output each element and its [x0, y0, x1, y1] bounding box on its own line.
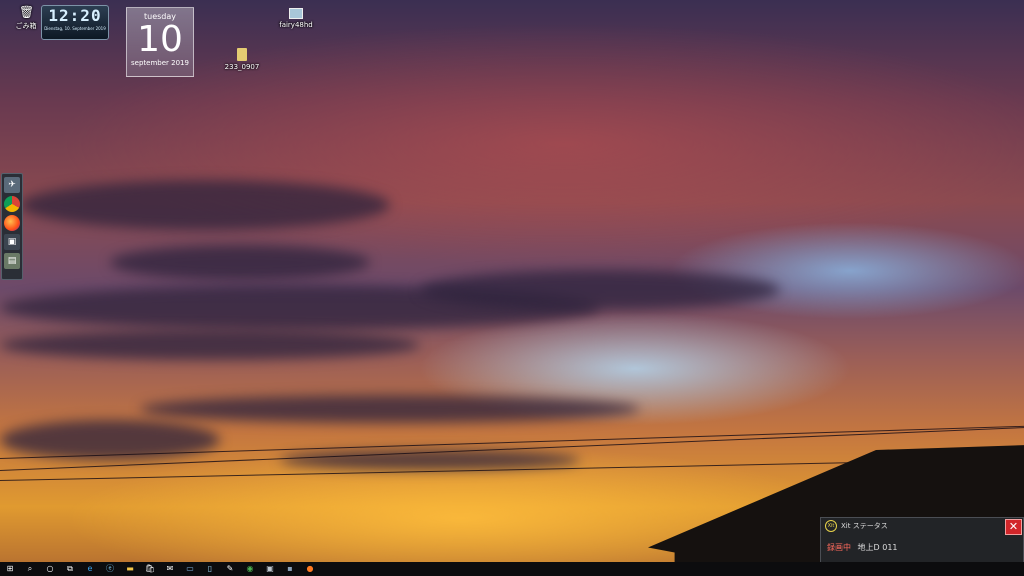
taskbar-app-ie[interactable]: ⓔ [102, 563, 118, 575]
recycle-bin-icon: 🗑 [19, 5, 35, 19]
task-view-icon: ⧉ [67, 564, 73, 573]
cloud-band [20, 180, 390, 230]
taskbar-task-view-button[interactable]: ⧉ [62, 563, 78, 575]
tool-icon: ✎ [226, 564, 234, 573]
taskbar-app-media[interactable]: ▪ [282, 563, 298, 575]
media-icon: ▣ [7, 237, 17, 247]
taskbar-app-notes[interactable]: ▯ [202, 563, 218, 575]
clock-gadget[interactable]: 12:20 Dienstag, 10. September 2019 [41, 5, 109, 40]
chrome-icon: ◉ [246, 564, 254, 573]
taskbar-app-edge[interactable]: e [82, 563, 98, 575]
tool-icon: ✈ [8, 180, 16, 190]
app-launcher-dock: ✈ ▣ ▤ [1, 173, 23, 280]
cloud-band [0, 330, 420, 360]
edge-icon: e [87, 564, 93, 573]
taskbar-app-tool[interactable]: ✎ [222, 563, 238, 575]
desktop-icon-label: ごみ箱 [15, 22, 37, 30]
search-icon: ⌕ [27, 564, 33, 573]
store-icon: 🛍 [144, 564, 156, 573]
close-button[interactable]: ✕ [1005, 519, 1022, 535]
taskbar-app-window[interactable]: ▭ [182, 563, 198, 575]
desktop-icon-fairy48hd[interactable]: fairy48hd [268, 8, 324, 29]
app-launcher-item-tool[interactable]: ✈ [4, 177, 20, 193]
xit-logo-icon: Xit [825, 520, 837, 532]
taskbar-app-chrome[interactable]: ◉ [242, 563, 258, 575]
taskbar-app-firefox[interactable]: ● [302, 563, 318, 575]
file-archive-icon [237, 48, 247, 61]
taskbar-cortana-button[interactable]: ○ [42, 563, 58, 575]
taskbar-app-explorer[interactable]: ▬ [122, 563, 138, 575]
notes-icon: ▯ [207, 564, 213, 573]
viewer-icon: ▣ [266, 564, 274, 573]
windows-start-icon: ⊞ [6, 564, 14, 573]
taskbar-app-store[interactable]: 🛍 [142, 563, 158, 575]
clock-time: 12:20 [48, 6, 102, 25]
taskbar-search-button[interactable]: ⌕ [22, 563, 38, 575]
desktop-icon-233-0907[interactable]: 233_0907 [214, 48, 270, 71]
status-panel-body: 録画中 地上D 011 [821, 534, 1023, 553]
cloud-band [280, 450, 580, 470]
desktop-icon-label: 233_0907 [224, 63, 260, 71]
status-panel-title: Xit ステータス [841, 522, 888, 530]
desktop-icon-label: fairy48hd [279, 21, 313, 29]
cloud-band [110, 245, 370, 280]
status-panel-header: Xit Xit ステータス [821, 518, 1023, 534]
calendar-gadget[interactable]: tuesday 10 september 2019 [126, 7, 194, 77]
app-launcher-item-media[interactable]: ▣ [4, 234, 20, 250]
taskbar-app-mail[interactable]: ✉ [162, 563, 178, 575]
calendar-day-number: 10 [137, 19, 183, 60]
photo-icon: ▤ [7, 256, 17, 266]
cloud-band [140, 395, 640, 423]
window-icon: ▭ [186, 564, 194, 573]
media-icon: ▪ [287, 564, 293, 573]
mail-icon: ✉ [166, 564, 174, 573]
start-button[interactable]: ⊞ [2, 563, 18, 575]
folder-icon: ▬ [126, 564, 134, 573]
internet-explorer-icon: ⓔ [106, 564, 114, 573]
image-file-icon [289, 8, 303, 19]
app-launcher-item-firefox[interactable] [4, 215, 20, 231]
cortana-icon: ○ [46, 564, 54, 573]
calendar-month: september 2019 [131, 59, 189, 67]
clock-date: Dienstag, 10. September 2019 [44, 26, 106, 31]
cloud-band [420, 270, 780, 310]
firefox-icon: ● [306, 564, 314, 573]
taskbar-app-viewer[interactable]: ▣ [262, 563, 278, 575]
taskbar: ⊞ ⌕ ○ ⧉ e ⓔ ▬ 🛍 ✉ ▭ ▯ ✎ ◉ ▣ ▪ ● [0, 562, 1024, 576]
app-launcher-item-photo[interactable]: ▤ [4, 253, 20, 269]
channel-label: 地上D 011 [857, 543, 898, 552]
recording-status: 録画中 [827, 543, 851, 552]
app-launcher-item-chrome[interactable] [4, 196, 20, 212]
